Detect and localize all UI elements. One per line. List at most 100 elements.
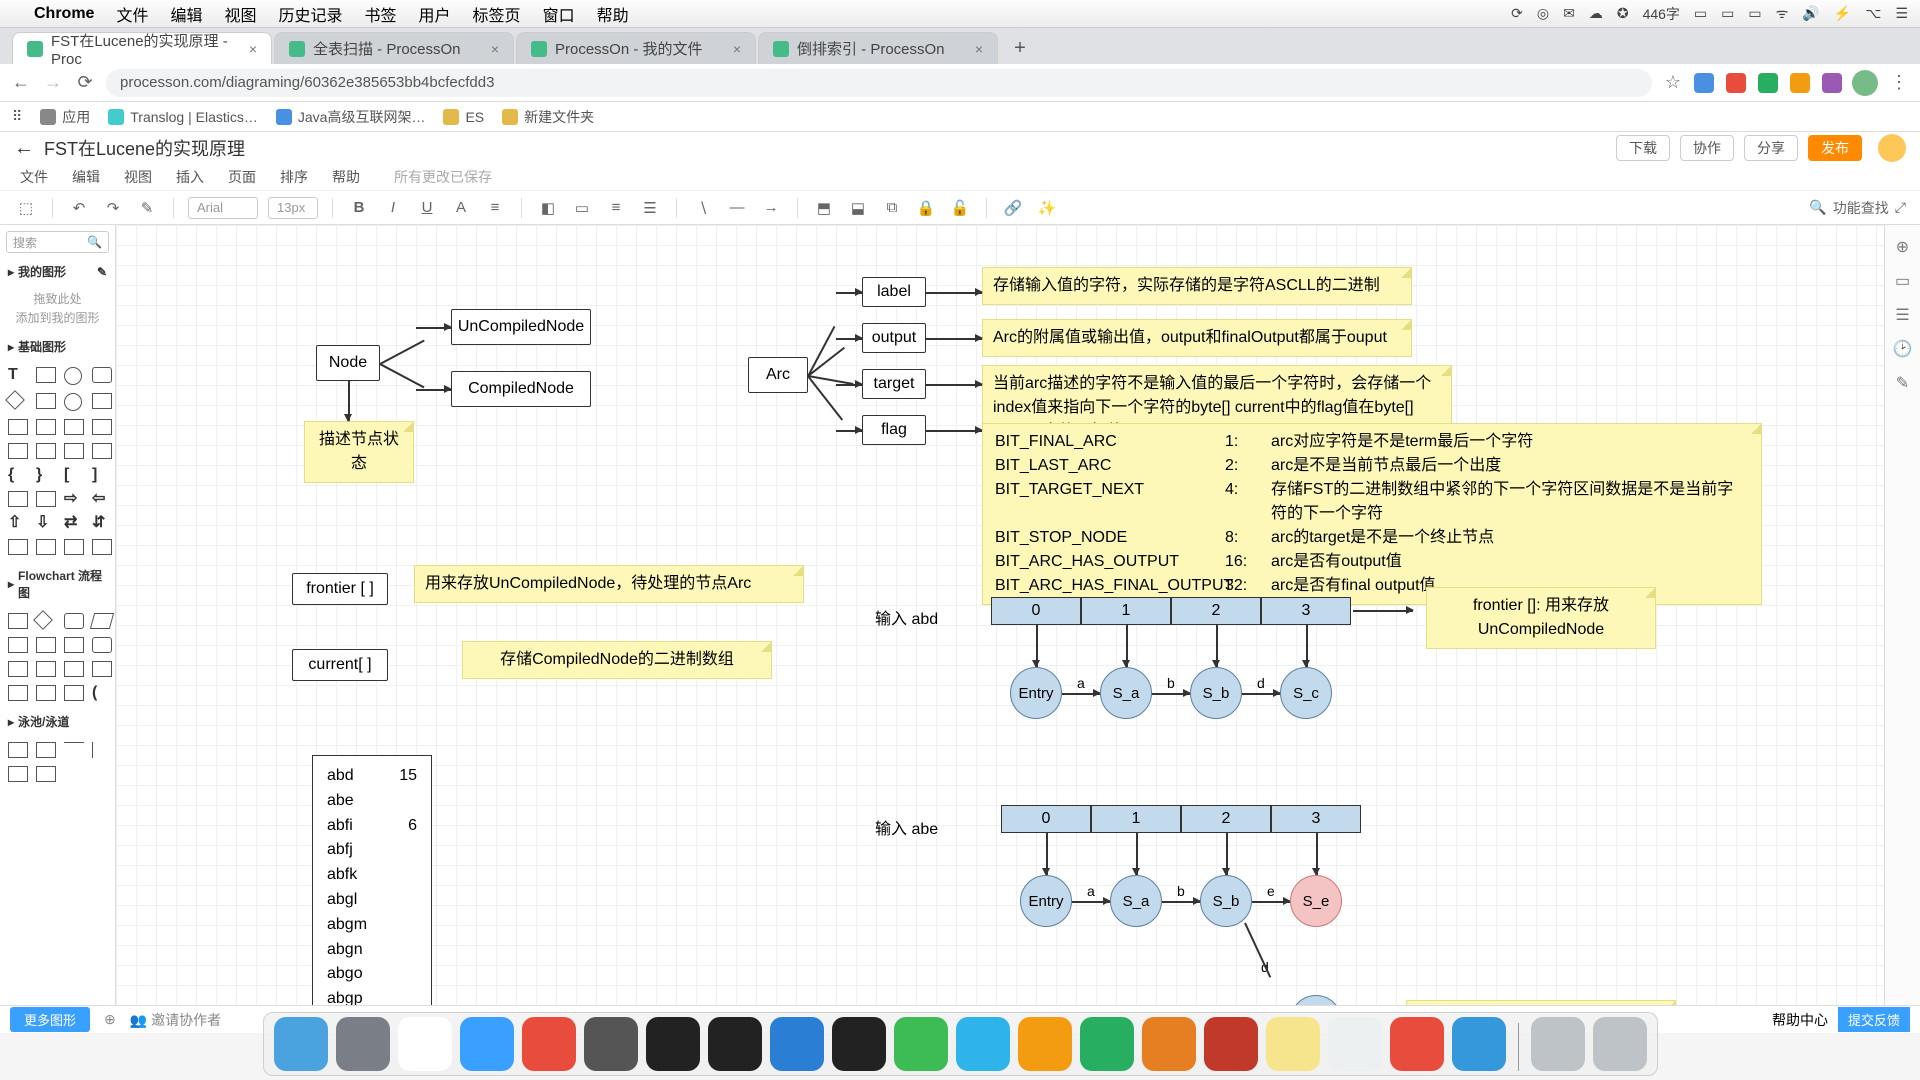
data-icon[interactable]: ☰ bbox=[1893, 305, 1913, 325]
unlock-icon[interactable]: 🔓 bbox=[948, 196, 972, 220]
diagram-note[interactable]: BIT_FINAL_ARC1:arc对应字符是不是term最后一个字符BIT_L… bbox=[982, 423, 1762, 605]
shape[interactable] bbox=[64, 539, 84, 555]
stroke-icon[interactable]: ▭ bbox=[570, 196, 594, 220]
dock-finder-icon[interactable] bbox=[274, 1017, 328, 1071]
shape[interactable] bbox=[8, 443, 28, 459]
array-cell[interactable]: 0 bbox=[1001, 805, 1091, 833]
dock-wps-icon[interactable] bbox=[1390, 1017, 1444, 1071]
shape[interactable] bbox=[64, 419, 84, 435]
shape[interactable] bbox=[92, 539, 112, 555]
dock-wechat-icon[interactable] bbox=[894, 1017, 948, 1071]
shape[interactable] bbox=[36, 419, 56, 435]
diagram-note[interactable]: 描述节点状态 bbox=[304, 421, 414, 483]
menu-file[interactable]: 文件 bbox=[116, 2, 148, 26]
apps-icon[interactable]: ⠿ bbox=[12, 108, 22, 125]
more-shapes-button[interactable]: 更多图形 bbox=[10, 1007, 90, 1032]
shape[interactable]: } bbox=[36, 467, 56, 483]
dock-feishu-icon[interactable] bbox=[956, 1017, 1010, 1071]
close-icon[interactable]: × bbox=[479, 41, 499, 57]
shape[interactable] bbox=[8, 742, 28, 758]
browser-tab[interactable]: FST在Lucene的实现原理 - Proc× bbox=[12, 32, 272, 64]
ext-icon[interactable] bbox=[1790, 73, 1810, 93]
diagram-circle[interactable]: S_c bbox=[1280, 667, 1332, 719]
shape[interactable] bbox=[36, 539, 56, 555]
back-icon[interactable]: ⬓ bbox=[846, 196, 870, 220]
cat-basic[interactable]: ▸ 基础图形 bbox=[0, 334, 115, 359]
bookmark[interactable]: 新建文件夹 bbox=[502, 107, 594, 127]
ext-icon[interactable] bbox=[1822, 73, 1842, 93]
shape[interactable] bbox=[8, 419, 28, 435]
italic-icon[interactable]: I bbox=[381, 196, 405, 220]
array-cell[interactable]: 3 bbox=[1271, 805, 1361, 833]
menu-bookmarks[interactable]: 书签 bbox=[365, 2, 397, 26]
menu-file[interactable]: 文件 bbox=[20, 167, 48, 187]
cat-flowchart[interactable]: ▸ Flowchart 流程图 bbox=[0, 563, 115, 605]
publish-button[interactable]: 发布 bbox=[1808, 135, 1862, 161]
dock-trash-icon[interactable] bbox=[1593, 1017, 1647, 1071]
shape[interactable]: ⇨ bbox=[64, 491, 84, 507]
reload-icon[interactable]: ⟳ bbox=[74, 72, 96, 94]
dock-zoom-icon[interactable] bbox=[1018, 1017, 1072, 1071]
font-size-select[interactable]: 13px bbox=[268, 197, 318, 219]
shape[interactable] bbox=[64, 443, 84, 459]
shape[interactable] bbox=[8, 766, 28, 782]
invite-link[interactable]: 👥 邀请协作者 bbox=[130, 1010, 221, 1030]
link-icon[interactable]: 🔗 bbox=[1001, 196, 1025, 220]
shape[interactable] bbox=[92, 637, 112, 653]
diagram-circle[interactable]: Entry bbox=[1010, 667, 1062, 719]
shape[interactable] bbox=[36, 443, 56, 459]
shape[interactable] bbox=[92, 419, 112, 435]
shape[interactable] bbox=[64, 661, 84, 677]
shape[interactable]: ⇧ bbox=[8, 515, 28, 531]
font-family-select[interactable]: Arial bbox=[188, 197, 258, 219]
download-button[interactable]: 下载 bbox=[1616, 135, 1670, 161]
diagram-circle[interactable]: S_a bbox=[1110, 875, 1162, 927]
shape[interactable] bbox=[8, 539, 28, 555]
shape[interactable] bbox=[8, 491, 28, 507]
array-cell[interactable]: 2 bbox=[1181, 805, 1271, 833]
ext-icon[interactable] bbox=[1758, 73, 1778, 93]
shape-round[interactable] bbox=[92, 367, 112, 383]
shape[interactable]: ⇵ bbox=[92, 515, 112, 531]
dock-cloud-icon[interactable] bbox=[1080, 1017, 1134, 1071]
style-icon[interactable]: ▭ bbox=[1893, 271, 1913, 291]
menu-page[interactable]: 页面 bbox=[228, 167, 256, 187]
shape[interactable] bbox=[92, 443, 112, 459]
bookmark[interactable]: ES bbox=[443, 109, 484, 125]
dock-notes-icon[interactable] bbox=[1266, 1017, 1320, 1071]
menu-insert[interactable]: 插入 bbox=[176, 167, 204, 187]
shape-rect[interactable] bbox=[36, 367, 56, 383]
dock-settings-icon[interactable] bbox=[584, 1017, 638, 1071]
dock-idea-icon[interactable] bbox=[832, 1017, 886, 1071]
diagram-circle[interactable]: S_a bbox=[1100, 667, 1152, 719]
shape[interactable] bbox=[64, 742, 84, 758]
menu-help[interactable]: 帮助 bbox=[332, 167, 360, 187]
group-icon[interactable]: ⧉ bbox=[880, 196, 904, 220]
help-link[interactable]: 帮助中心 bbox=[1772, 1010, 1828, 1030]
shape[interactable]: ⇩ bbox=[36, 515, 56, 531]
shape[interactable] bbox=[64, 637, 84, 653]
back-arrow-icon[interactable]: ← bbox=[14, 137, 34, 160]
new-tab-button[interactable]: + bbox=[1006, 34, 1034, 62]
menu-arrange[interactable]: 排序 bbox=[280, 167, 308, 187]
cat-myshapes[interactable]: ▸ 我的图形✎ bbox=[0, 259, 115, 284]
dock-terminal-icon[interactable] bbox=[708, 1017, 762, 1071]
search-icon[interactable]: 🔍 bbox=[1809, 199, 1826, 216]
menu-window[interactable]: 窗口 bbox=[543, 2, 575, 26]
shape[interactable]: ( bbox=[92, 685, 112, 701]
shape[interactable] bbox=[33, 610, 53, 630]
shape[interactable] bbox=[90, 613, 114, 629]
menu-edit[interactable]: 编辑 bbox=[72, 167, 100, 187]
close-icon[interactable]: × bbox=[237, 41, 257, 57]
history-icon[interactable]: 🕑 bbox=[1893, 339, 1913, 359]
pointer-tool-icon[interactable]: ⬚ bbox=[14, 196, 38, 220]
bookmark[interactable]: Translog | Elastics… bbox=[108, 109, 258, 125]
shape[interactable]: ] bbox=[92, 467, 112, 483]
url-input[interactable]: processon.com/diagraming/60362e385653bb4… bbox=[106, 69, 1652, 97]
lock-icon[interactable]: 🔒 bbox=[914, 196, 938, 220]
star-icon[interactable]: ☆ bbox=[1662, 72, 1684, 94]
browser-tab[interactable]: 全表扫描 - ProcessOn× bbox=[274, 32, 514, 64]
array-cell[interactable]: 3 bbox=[1261, 597, 1351, 625]
shape-search-input[interactable]: 搜索🔍 bbox=[6, 231, 109, 253]
doc-title[interactable]: FST在Lucene的实现原理 bbox=[44, 135, 245, 161]
